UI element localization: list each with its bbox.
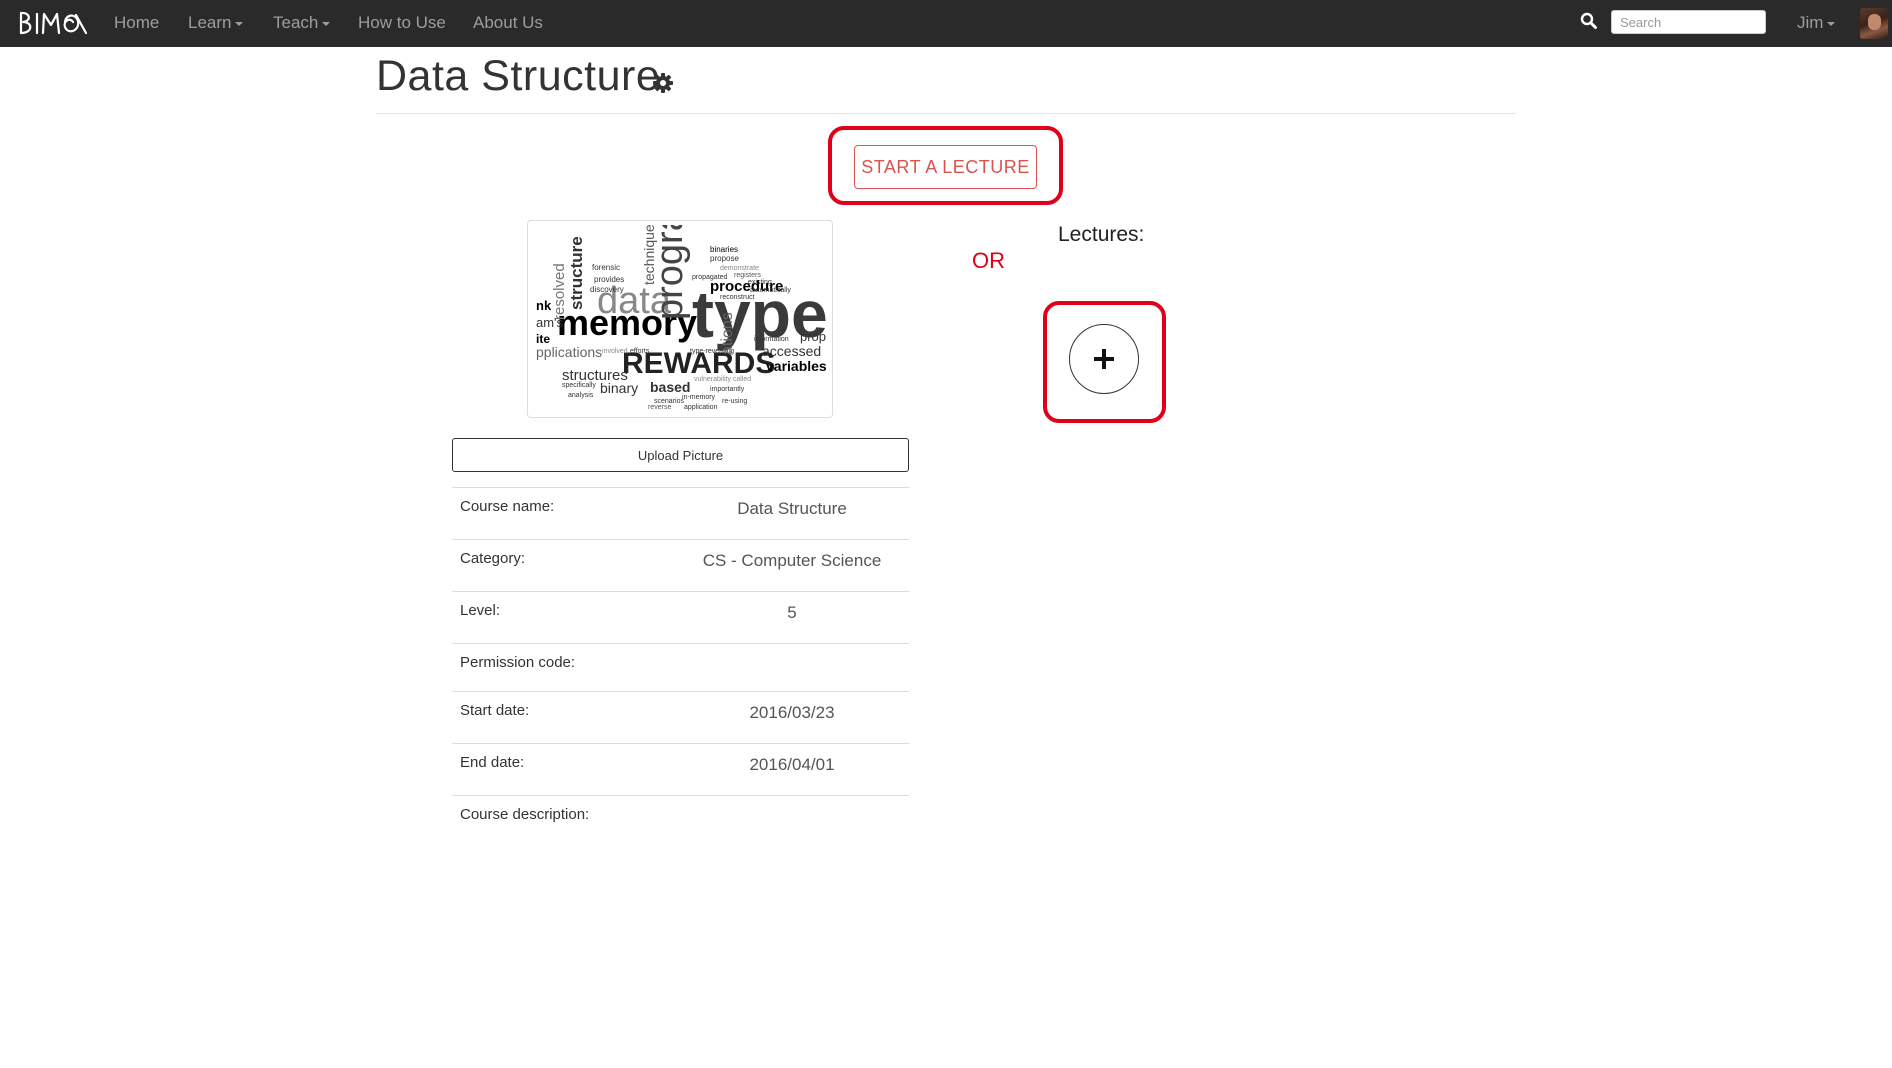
svg-text:registers: registers	[734, 272, 761, 279]
nav-home[interactable]: Home	[114, 13, 159, 33]
svg-text:pplications: pplications	[536, 344, 602, 360]
upload-picture-button[interactable]: Upload Picture	[452, 438, 909, 472]
avatar[interactable]	[1860, 8, 1888, 39]
nav-teach[interactable]: Teach	[273, 13, 331, 33]
word-cloud-image: type memory REWARDS data progra procedur…	[532, 225, 828, 413]
course-info-table: Course name: Data Structure Category: CS…	[452, 487, 909, 847]
search-input[interactable]	[1611, 10, 1766, 34]
svg-text:provides: provides	[594, 275, 624, 284]
svg-text:based: based	[650, 379, 690, 395]
field-value: Data Structure	[737, 499, 847, 518]
field-label: Course name:	[460, 498, 555, 515]
avatar-face	[1868, 14, 1881, 30]
field-label: Level:	[460, 602, 501, 619]
caret-down-icon	[1827, 21, 1836, 26]
start-lecture-button[interactable]: START A LECTURE	[854, 145, 1037, 189]
svg-text:resolved: resolved	[551, 263, 568, 320]
svg-text:binary: binary	[600, 380, 638, 396]
svg-text:prop: prop	[800, 329, 826, 344]
svg-text:efforts: efforts	[630, 348, 650, 355]
svg-text:propose: propose	[710, 254, 739, 263]
caret-down-icon	[235, 21, 244, 26]
or-label: OR	[972, 248, 1005, 273]
svg-text:specifically: specifically	[562, 382, 596, 389]
field-label: Start date:	[460, 702, 530, 719]
svg-text:information: information	[754, 336, 789, 343]
svg-text:in-memory: in-memory	[682, 394, 716, 401]
svg-text:binaries: binaries	[710, 245, 738, 254]
svg-text:application: application	[684, 404, 718, 411]
svg-text:structure: structure	[567, 236, 586, 310]
svg-text:existing: existing	[748, 279, 772, 286]
svg-text:ite: ite	[536, 332, 550, 346]
page-title: Data Structure	[376, 52, 661, 100]
user-menu[interactable]: Jim	[1797, 13, 1836, 33]
lectures-label: Lectures:	[1058, 223, 1145, 246]
caret-down-icon	[322, 21, 331, 26]
table-row: Course name: Data Structure	[452, 487, 909, 539]
field-label: Permission code:	[460, 654, 576, 671]
svg-text:automatically: automatically	[750, 287, 791, 294]
field-value: CS - Computer Science	[702, 551, 882, 570]
svg-text:re-using: re-using	[722, 398, 747, 405]
table-row: Category: CS - Computer Science	[452, 539, 909, 591]
table-row: Start date: 2016/03/23	[452, 691, 909, 743]
field-value: 2016/04/01	[749, 755, 835, 774]
svg-text:ations: ations	[719, 312, 736, 355]
svg-text:technique: technique	[641, 225, 657, 285]
bimo-logo[interactable]	[18, 9, 90, 37]
svg-text:importantly: importantly	[710, 386, 745, 393]
nav-how-to-use[interactable]: How to Use	[358, 13, 446, 33]
svg-text:propagated: propagated	[692, 274, 728, 281]
table-row: Permission code:	[452, 643, 909, 691]
field-label: Category:	[460, 550, 526, 567]
svg-text:am's: am's	[536, 315, 564, 330]
gear-icon[interactable]	[651, 71, 675, 95]
table-row: Course description:	[452, 795, 909, 847]
nav-learn[interactable]: Learn	[188, 13, 244, 33]
svg-text:discovery: discovery	[590, 285, 624, 294]
course-picture: type memory REWARDS data progra procedur…	[527, 220, 833, 418]
svg-text:nk: nk	[536, 298, 552, 313]
svg-text:variables: variables	[766, 358, 827, 374]
add-lecture-button[interactable]	[1069, 324, 1139, 394]
svg-text:vulnerability called: vulnerability called	[694, 376, 751, 383]
title-divider	[376, 113, 1516, 114]
table-row: End date: 2016/04/01	[452, 743, 909, 795]
svg-text:reconstruct: reconstruct	[720, 294, 755, 301]
table-row: Level: 5	[452, 591, 909, 643]
field-value: 5	[787, 603, 797, 622]
svg-text:reverse: reverse	[648, 404, 671, 411]
svg-text:demonstrate: demonstrate	[720, 265, 759, 272]
search-icon[interactable]	[1580, 12, 1598, 30]
top-navbar: Home Learn Teach How to Use About Us Jim	[0, 0, 1892, 47]
field-value: 2016/03/23	[749, 703, 835, 722]
field-label: Course description:	[460, 806, 590, 823]
svg-text:accessed: accessed	[762, 343, 821, 359]
svg-text:analysis: analysis	[568, 392, 594, 399]
field-label: End date:	[460, 754, 525, 771]
svg-text:involved: involved	[602, 348, 628, 355]
nav-about-us[interactable]: About Us	[473, 13, 543, 33]
svg-text:forensic: forensic	[592, 263, 620, 272]
